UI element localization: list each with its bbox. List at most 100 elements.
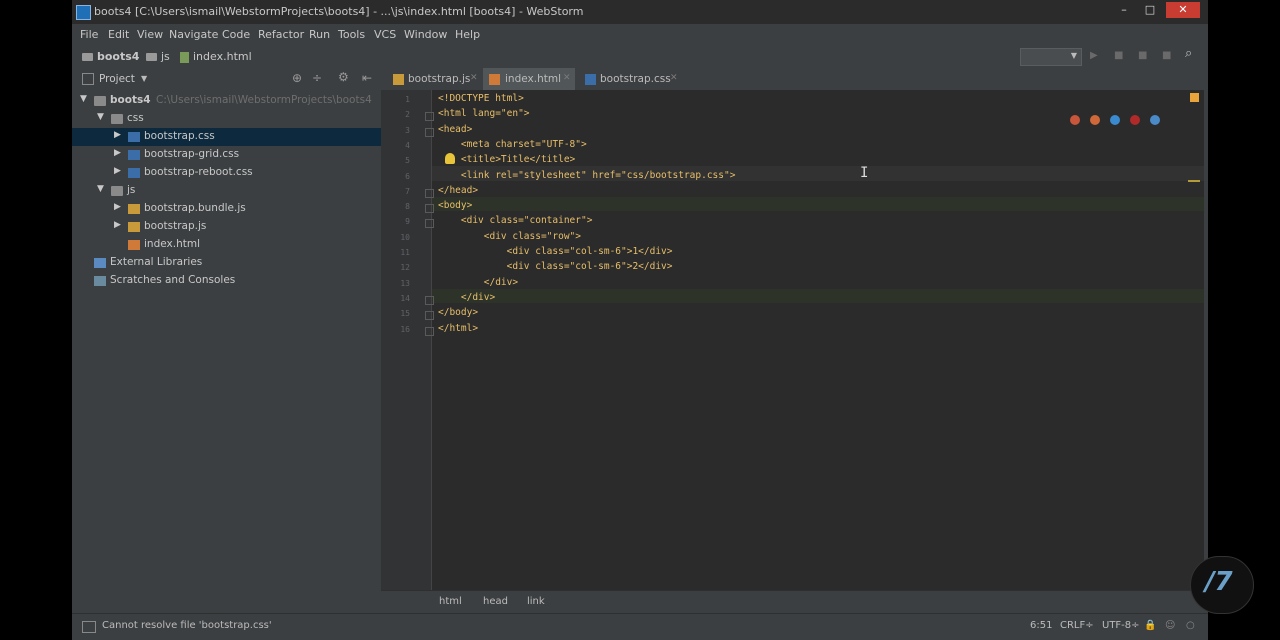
chevron-right-icon[interactable]: ▶ xyxy=(114,166,121,176)
breadcrumb-head[interactable]: head xyxy=(483,596,508,607)
search-everywhere-icon[interactable]: ⌕ xyxy=(1185,47,1195,60)
menu-navigate[interactable]: Navigate xyxy=(169,28,218,41)
code-line[interactable]: <div class="col-sm-6">1</div> xyxy=(438,246,673,257)
lock-icon[interactable]: 🔒 xyxy=(1144,620,1156,631)
code-line[interactable]: </head> xyxy=(438,185,478,196)
chevron-right-icon[interactable]: ▶ xyxy=(114,202,121,212)
tree-item-label: css xyxy=(127,112,144,124)
menu-tools[interactable]: Tools xyxy=(338,28,365,41)
code-line[interactable]: <title>Title</title> xyxy=(438,154,575,165)
tree-item[interactable]: ▶ bootstrap-reboot.css xyxy=(72,164,381,182)
ie-icon[interactable] xyxy=(1150,115,1160,125)
menu-vcs[interactable]: VCS xyxy=(374,28,396,41)
event-log-icon[interactable]: ○ xyxy=(1186,620,1195,631)
project-view-label[interactable]: Project xyxy=(99,73,135,85)
close-tab-icon[interactable]: ✕ xyxy=(470,73,478,83)
tree-item[interactable]: Scratches and Consoles xyxy=(72,272,381,290)
tree-item[interactable]: ▼ css xyxy=(72,110,381,128)
tree-item[interactable]: ▶ bootstrap.bundle.js xyxy=(72,200,381,218)
nav-crumb-js[interactable]: js xyxy=(146,50,170,63)
code-line[interactable]: <div class="col-sm-6">2</div> xyxy=(438,261,673,272)
tree-item[interactable]: ▼ boots4 C:\Users\ismail\WebstormProjects\… xyxy=(72,92,381,110)
project-view-icon xyxy=(82,73,94,85)
tree-item[interactable]: ▶ bootstrap.css xyxy=(72,128,381,146)
chevron-down-icon[interactable]: ▼ xyxy=(97,184,104,194)
run-configuration-select[interactable]: ▼ xyxy=(1020,48,1082,66)
code-line[interactable]: <div class="row"> xyxy=(438,231,581,242)
firefox-icon[interactable] xyxy=(1090,115,1100,125)
tree-item[interactable]: ▶ bootstrap.js xyxy=(72,218,381,236)
menu-view[interactable]: View xyxy=(137,28,163,41)
fold-marker-icon[interactable] xyxy=(425,295,434,305)
breadcrumb-html[interactable]: html xyxy=(439,596,462,607)
code-line[interactable]: <html lang="en"> xyxy=(438,108,530,119)
code-line[interactable]: </div> xyxy=(438,277,518,288)
tab-bootstrap-js[interactable]: bootstrap.js ✕ xyxy=(387,68,479,90)
fold-marker-icon[interactable] xyxy=(425,127,434,137)
tree-item[interactable]: index.html xyxy=(72,236,381,254)
fold-marker-icon[interactable] xyxy=(425,219,434,229)
fold-marker-icon[interactable] xyxy=(425,112,434,122)
file-encoding[interactable]: UTF-8÷ xyxy=(1102,620,1140,631)
hide-panel-icon[interactable]: ⇤ xyxy=(362,71,372,85)
close-button[interactable]: ✕ xyxy=(1166,2,1200,18)
fold-marker-icon[interactable] xyxy=(425,188,434,198)
code-line[interactable]: <link rel="stylesheet" href="css/bootstr… xyxy=(438,170,736,181)
breadcrumb-link[interactable]: link xyxy=(527,596,545,607)
tree-item[interactable]: ▼ js xyxy=(72,182,381,200)
tool-windows-icon[interactable] xyxy=(82,621,96,633)
nav-crumb-index-html[interactable]: index.html xyxy=(180,50,252,63)
chevron-down-icon[interactable]: ▼ xyxy=(80,94,87,104)
run-icon[interactable]: ▶ xyxy=(1090,51,1100,61)
coverage-icon[interactable]: ■ xyxy=(1138,51,1148,61)
menu-window[interactable]: Window xyxy=(404,28,447,41)
menu-help[interactable]: Help xyxy=(455,28,480,41)
chevron-right-icon[interactable]: ▶ xyxy=(114,148,121,158)
stop-icon[interactable]: ■ xyxy=(1162,51,1172,61)
chrome-icon[interactable] xyxy=(1070,115,1080,125)
chevron-right-icon[interactable]: ▶ xyxy=(114,220,121,230)
tree-item[interactable]: ▶ bootstrap-grid.css xyxy=(72,146,381,164)
warning-stripe-mark[interactable] xyxy=(1188,180,1200,182)
tab-index-html[interactable]: index.html ✕ xyxy=(483,68,575,92)
menu-run[interactable]: Run xyxy=(309,28,330,41)
line-separator[interactable]: CRLF÷ xyxy=(1060,620,1094,631)
caret-position[interactable]: 6:51 xyxy=(1030,620,1052,631)
chevron-right-icon[interactable]: ▶ xyxy=(114,130,121,140)
minimize-button[interactable]: – xyxy=(1112,2,1136,18)
tree-item[interactable]: External Libraries xyxy=(72,254,381,272)
code-line[interactable]: <meta charset="UTF-8"> xyxy=(438,139,587,150)
chevron-down-icon[interactable]: ▼ xyxy=(141,74,147,83)
line-number: 11 xyxy=(400,248,410,257)
code-line[interactable]: <head> xyxy=(438,124,472,135)
gear-icon[interactable]: ⚙ xyxy=(338,70,349,84)
code-line[interactable]: <!DOCTYPE html> xyxy=(438,93,524,104)
tab-bootstrap-css[interactable]: bootstrap.css ✕ xyxy=(579,68,679,90)
nav-crumb-boots4[interactable]: boots4 xyxy=(82,50,139,63)
code-line[interactable]: </html> xyxy=(438,323,478,334)
menu-bar: File Edit View Navigate Code Refactor Ru… xyxy=(72,24,1208,47)
code-line[interactable]: </div> xyxy=(438,292,495,303)
fold-marker-icon[interactable] xyxy=(425,311,434,321)
menu-code[interactable]: Code xyxy=(222,28,250,41)
inspector-icon[interactable]: ☺ xyxy=(1165,620,1175,631)
debug-icon[interactable]: ■ xyxy=(1114,51,1124,61)
close-tab-icon[interactable]: ✕ xyxy=(670,73,678,83)
chevron-down-icon[interactable]: ▼ xyxy=(97,112,104,122)
menu-edit[interactable]: Edit xyxy=(108,28,129,41)
opera-icon[interactable] xyxy=(1130,115,1140,125)
safari-icon[interactable] xyxy=(1110,115,1120,125)
collapse-all-icon[interactable]: ÷ xyxy=(312,71,322,85)
close-tab-icon[interactable]: ✕ xyxy=(563,73,571,83)
folder-icon xyxy=(94,96,106,106)
locate-icon[interactable]: ⊕ xyxy=(292,71,302,85)
code-line[interactable]: </body> xyxy=(438,307,478,318)
menu-refactor[interactable]: Refactor xyxy=(258,28,304,41)
fold-marker-icon[interactable] xyxy=(425,326,434,336)
warning-marker-icon[interactable] xyxy=(1190,93,1199,102)
menu-file[interactable]: File xyxy=(80,28,98,41)
code-line[interactable]: <body> xyxy=(438,200,472,211)
maximize-button[interactable]: □ xyxy=(1138,2,1162,18)
fold-marker-icon[interactable] xyxy=(425,204,434,214)
code-line[interactable]: <div class="container"> xyxy=(438,215,593,226)
